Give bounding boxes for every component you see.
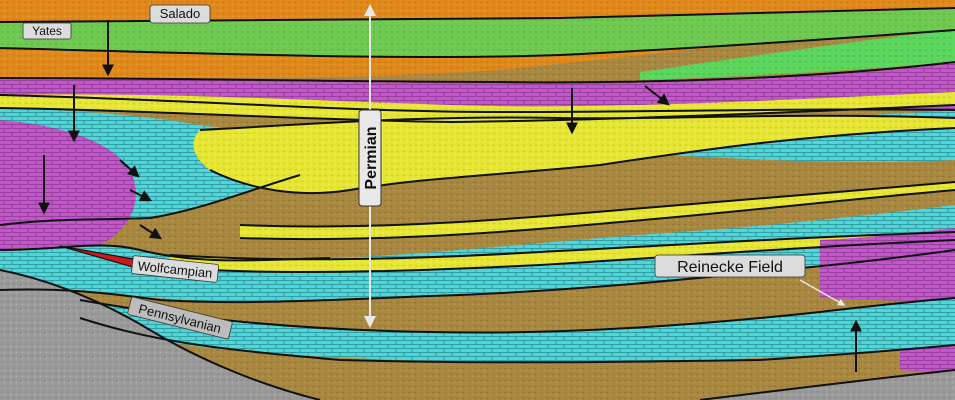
label-permian: Permian [358, 109, 382, 207]
salado-label: Salado [160, 6, 200, 21]
reinecke-field-label: Reinecke Field [677, 259, 783, 276]
label-yates: Yates [22, 22, 72, 40]
label-salado: Salado [149, 4, 211, 24]
cross-section-diagram: Salado Yates Permian Wolfcampian Pennsyl… [0, 0, 955, 400]
stratigraphic-cross-section: Salado Yates Permian Wolfcampian Pennsyl… [0, 0, 955, 400]
permian-label: Permian [363, 126, 380, 189]
yates-label: Yates [32, 24, 62, 38]
label-reinecke-field: Reinecke Field [654, 254, 806, 278]
